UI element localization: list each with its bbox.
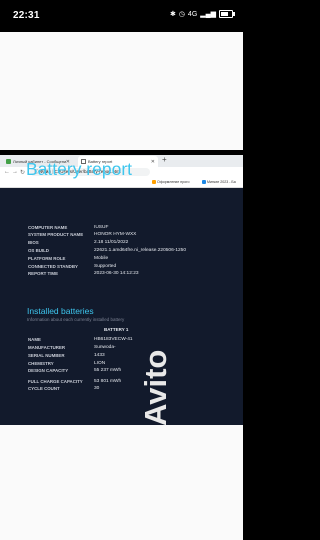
bookmark-label: Минкат 2023 - Ба	[207, 180, 236, 184]
row-label: COMPUTER NAME	[28, 225, 68, 230]
row-label: PLATFORM ROLE	[28, 256, 66, 261]
top-blank-area	[0, 32, 243, 150]
row-label: NAME	[28, 337, 41, 342]
section-subtitle: Information about each currently install…	[27, 317, 125, 322]
row-value: IUSUF	[94, 224, 109, 230]
row-label: CYCLE COUNT	[28, 386, 60, 391]
row-value: 55 237 mWh	[94, 367, 122, 373]
back-icon[interactable]: ←	[4, 169, 10, 175]
bookmark-item[interactable]: Минкат 2023 - Ба	[202, 180, 236, 185]
row-label: CHEMISTRY	[28, 361, 54, 366]
row-label: DESIGN CAPACITY	[28, 368, 69, 373]
row-label: CONNECTED STANDBY	[28, 264, 78, 269]
row-value: Mobile	[94, 255, 109, 261]
signal-icon: ▂▄▆	[200, 11, 216, 18]
row-label: REPORT TIME	[28, 271, 59, 276]
page-title: Battery report	[26, 159, 133, 179]
row-label: FULL CHARGE CAPACITY	[28, 379, 83, 384]
row-label: BIOS	[28, 240, 39, 245]
row-value: 2.18 11/01/2022	[94, 239, 129, 245]
forward-icon[interactable]: →	[12, 169, 18, 175]
row-value: HONOR HYM-WXX	[94, 231, 137, 237]
row-value: 1433	[94, 352, 105, 358]
bottom-blank-area	[0, 425, 243, 540]
status-icons: ✱ ◷ 4G ▂▄▆	[169, 10, 235, 18]
bookmark-icon	[202, 180, 206, 185]
row-value: 30	[94, 385, 100, 391]
row-label: SERIAL NUMBER	[28, 353, 65, 358]
bluetooth-icon: ✱	[169, 11, 176, 18]
watermark-logo: Avito	[138, 349, 173, 426]
status-bar: 22:31 ✱ ◷ 4G ▂▄▆	[0, 0, 243, 32]
new-tab-button[interactable]: +	[162, 155, 167, 164]
row-value: 22621.1.amd64fre.ni_release.220506-1250	[94, 247, 187, 253]
bookmark-item[interactable]: Оформление прого	[152, 180, 190, 185]
row-label: SYSTEM PRODUCT NAME	[28, 232, 84, 237]
battery-icon	[219, 10, 235, 18]
section-title: Installed batteries	[27, 306, 94, 316]
column-header: BATTERY 1	[104, 327, 129, 332]
bookmark-icon	[152, 180, 156, 185]
row-value: 2023-06-30 14:12:23	[94, 270, 139, 276]
row-value: Supported	[94, 263, 117, 269]
bookmark-label: Оформление прого	[157, 180, 190, 184]
row-label: OS BUILD	[28, 248, 49, 253]
row-value: Sunwoda-	[94, 344, 116, 350]
close-icon[interactable]: ✕	[151, 159, 155, 165]
row-label: MANUFACTURER	[28, 345, 66, 350]
reload-icon[interactable]: ↻	[20, 169, 25, 176]
row-value: 53 801 mWh	[94, 378, 122, 384]
row-value: HB6183VECW-41	[94, 336, 133, 342]
battery-fill	[221, 12, 228, 16]
row-value: LION	[94, 360, 106, 366]
status-time: 22:31	[13, 10, 40, 21]
network-label: 4G	[187, 10, 198, 18]
alarm-icon: ◷	[178, 11, 185, 18]
site-icon	[6, 159, 11, 164]
